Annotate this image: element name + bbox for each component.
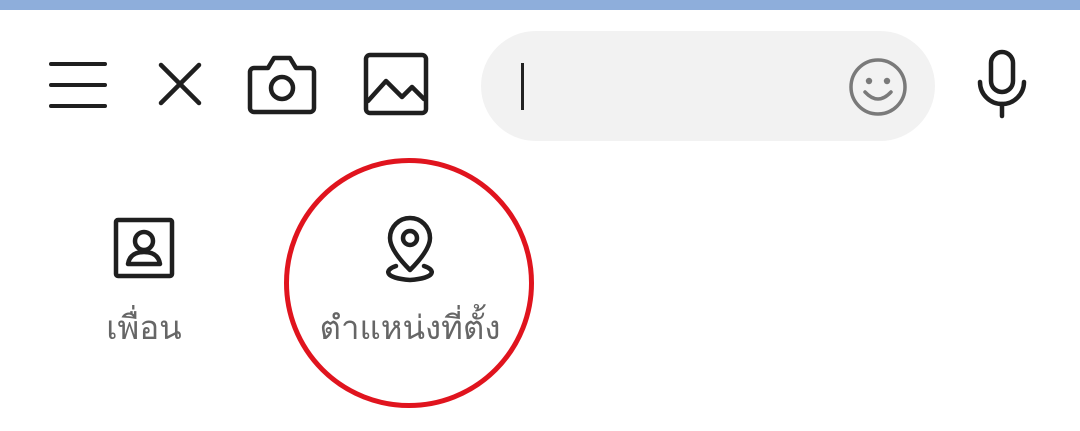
attach-friend-label: เพื่อน <box>106 308 182 347</box>
emoji-button[interactable] <box>847 56 909 118</box>
gallery-button[interactable] <box>362 51 430 117</box>
attach-location-label: ตำแหน่งที่ตั้ง <box>319 308 501 347</box>
location-pin-icon <box>376 214 444 286</box>
attach-friend-option[interactable]: เพื่อน <box>58 214 230 354</box>
camera-icon <box>247 55 317 115</box>
contact-card-icon <box>110 214 178 286</box>
close-icon <box>158 62 202 106</box>
attach-location-option[interactable]: ตำแหน่งที่ตั้ง <box>300 214 520 354</box>
message-input[interactable] <box>481 31 935 141</box>
menu-icon <box>49 62 107 108</box>
top-status-strip <box>0 0 1080 10</box>
camera-button[interactable] <box>246 50 318 118</box>
close-button[interactable] <box>155 59 205 109</box>
menu-button[interactable] <box>48 56 108 114</box>
voice-input-button[interactable] <box>972 48 1032 120</box>
smiley-icon <box>849 58 907 116</box>
text-cursor <box>521 63 524 110</box>
image-icon <box>363 52 429 116</box>
microphone-icon <box>977 49 1027 119</box>
chat-attachment-screen: เพื่อน ตำแหน่งที่ตั้ง <box>0 0 1080 431</box>
